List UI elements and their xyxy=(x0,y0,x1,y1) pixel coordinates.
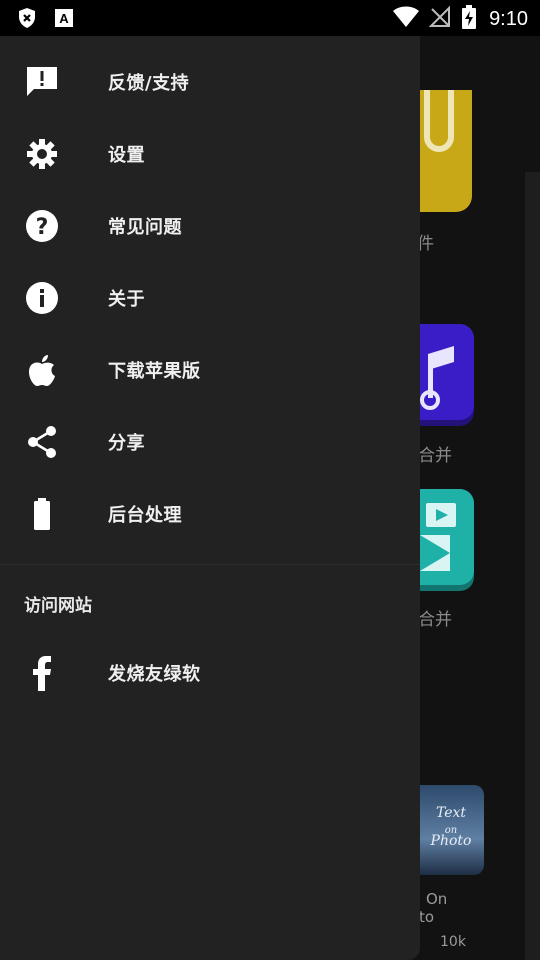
bg-label-merge-1: 合并 xyxy=(418,446,452,466)
status-time: 9:10 xyxy=(489,7,528,30)
menu-item-label: 后台处理 xyxy=(108,505,182,526)
background-scroll-panel xyxy=(525,172,540,960)
menu-item-label: 发烧友绿软 xyxy=(108,664,201,685)
bg-label-to: to xyxy=(419,908,435,926)
wifi-icon xyxy=(393,6,420,32)
menu-item-label: 常见问题 xyxy=(108,217,182,238)
feedback-icon xyxy=(24,64,60,100)
battery-charging-icon xyxy=(461,5,477,33)
no-signal-icon xyxy=(428,5,451,32)
menu-item-label: 反馈/支持 xyxy=(108,73,190,94)
music-note-icon xyxy=(420,346,454,410)
menu-item-download-ios[interactable]: 下载苹果版 xyxy=(0,334,420,406)
paperclip-icon xyxy=(424,90,454,152)
menu-item-feedback[interactable]: 反馈/支持 xyxy=(0,46,420,118)
bg-label-merge-2: 合并 xyxy=(418,610,452,630)
facebook-icon xyxy=(24,655,60,691)
bg-label-downloads: 10k xyxy=(440,934,466,950)
apple-icon xyxy=(24,352,60,388)
menu-item-background-processing[interactable]: 后台处理 xyxy=(0,478,420,550)
font-a-icon: A xyxy=(54,8,74,32)
svg-text:?: ? xyxy=(36,215,49,240)
photo-tile-text-1: Text xyxy=(435,805,467,821)
menu-item-label: 设置 xyxy=(108,145,145,166)
menu-item-label: 分享 xyxy=(108,433,145,454)
status-bar: A 9:10 xyxy=(0,0,540,36)
photo-tile-text-3: Photo xyxy=(430,833,472,849)
info-icon xyxy=(24,280,60,316)
share-icon xyxy=(24,424,60,460)
bg-label-on: On xyxy=(426,890,448,908)
menu-item-faq[interactable]: ? 常见问题 xyxy=(0,190,420,262)
drawer-divider xyxy=(0,564,420,565)
shield-x-icon xyxy=(16,7,38,33)
menu-item-share[interactable]: 分享 xyxy=(0,406,420,478)
help-icon: ? xyxy=(24,208,60,244)
section-title-visit-website: 访问网站 xyxy=(24,596,92,616)
menu-item-website-link[interactable]: 发烧友绿软 xyxy=(0,637,420,709)
battery-icon xyxy=(24,496,60,532)
menu-item-about[interactable]: 关于 xyxy=(0,262,420,334)
svg-text:A: A xyxy=(59,11,69,26)
text-on-photo-tile[interactable]: Text on Photo xyxy=(410,785,484,875)
navigation-drawer: 反馈/支持 设置 ? 常见问题 关于 下载苹果版 分享 后台处理 访问网站 发烧… xyxy=(0,36,420,960)
menu-item-label: 关于 xyxy=(108,289,145,310)
menu-item-settings[interactable]: 设置 xyxy=(0,118,420,190)
menu-item-label: 下载苹果版 xyxy=(108,361,201,382)
gear-icon xyxy=(24,136,60,172)
video-icon xyxy=(420,503,456,571)
